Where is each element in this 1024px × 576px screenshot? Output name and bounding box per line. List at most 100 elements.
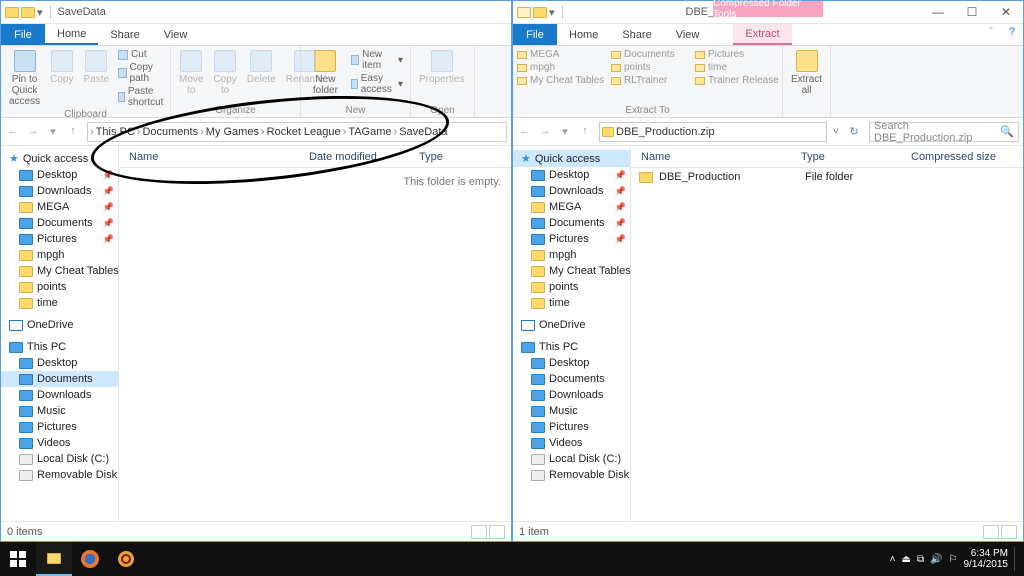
pc-localdisk[interactable]: Local Disk (C:): [1, 451, 118, 467]
tab-view[interactable]: View: [664, 24, 712, 45]
titlebar[interactable]: ▾ SaveData: [1, 1, 511, 24]
nav-back-button[interactable]: ←: [517, 125, 533, 138]
sidebar-desktop[interactable]: Desktop📌: [1, 167, 118, 183]
tab-share[interactable]: Share: [98, 24, 151, 45]
pc-removable[interactable]: Removable Disk: [1, 467, 118, 483]
taskbar-explorer[interactable]: [36, 542, 72, 576]
thispc-header[interactable]: This PC: [513, 339, 630, 355]
tab-view[interactable]: View: [152, 24, 200, 45]
col-name[interactable]: Name: [631, 151, 791, 163]
qat-dropdown-icon[interactable]: ▾: [549, 6, 555, 19]
move-to-button[interactable]: Move to: [175, 48, 207, 98]
pc-documents[interactable]: Documents: [1, 371, 118, 387]
taskbar-firefox[interactable]: [72, 542, 108, 576]
delete-button[interactable]: Delete: [243, 48, 280, 98]
nav-pane[interactable]: ★Quick access Desktop📌 Downloads📌 MEGA📌 …: [1, 146, 119, 521]
help-icon[interactable]: ?: [1001, 24, 1023, 45]
quick-access-header[interactable]: ★Quick access: [1, 150, 118, 167]
nav-up-button[interactable]: ↑: [577, 125, 593, 138]
thispc-header[interactable]: This PC: [1, 339, 118, 355]
sidebar-time[interactable]: time: [513, 295, 630, 311]
onedrive-header[interactable]: OneDrive: [513, 317, 630, 333]
tab-share[interactable]: Share: [610, 24, 663, 45]
search-box[interactable]: Search DBE_Production.zip 🔍: [869, 122, 1019, 142]
quick-access-header[interactable]: ★Quick access: [513, 150, 630, 167]
sidebar-pictures[interactable]: Pictures📌: [1, 231, 118, 247]
sidebar-cheattables[interactable]: My Cheat Tables: [513, 263, 630, 279]
pc-music[interactable]: Music: [1, 403, 118, 419]
col-date[interactable]: Date modified: [299, 151, 409, 163]
details-view-icon[interactable]: [471, 525, 487, 539]
tray-icon[interactable]: ⏏: [901, 554, 910, 565]
copy-to-button[interactable]: Copy to: [209, 48, 240, 98]
sidebar-desktop[interactable]: Desktop📌: [513, 167, 630, 183]
minimize-button[interactable]: —: [921, 1, 955, 23]
taskbar[interactable]: ˄ ⏏ ⧉ 🔊 ⚐ 6:34 PM 9/14/2015: [0, 542, 1024, 576]
pc-music[interactable]: Music: [513, 403, 630, 419]
sidebar-points[interactable]: points: [513, 279, 630, 295]
file-list-area[interactable]: Name Date modified Type This folder is e…: [119, 146, 511, 521]
pc-desktop[interactable]: Desktop: [513, 355, 630, 371]
close-button[interactable]: ✕: [989, 1, 1023, 23]
extract-destinations[interactable]: MEGA Documents Pictures mpgh points time…: [517, 48, 778, 87]
nav-recent-button[interactable]: ▾: [557, 125, 573, 138]
new-item-button[interactable]: New item▾: [348, 48, 406, 72]
sidebar-mega[interactable]: MEGA📌: [1, 199, 118, 215]
pc-desktop[interactable]: Desktop: [1, 355, 118, 371]
sidebar-mega[interactable]: MEGA📌: [513, 199, 630, 215]
onedrive-header[interactable]: OneDrive: [1, 317, 118, 333]
show-desktop-button[interactable]: [1014, 547, 1020, 571]
nav-fwd-button[interactable]: →: [537, 125, 553, 138]
list-item[interactable]: DBE_Production File folder: [631, 168, 1023, 186]
nav-fwd-button[interactable]: →: [25, 125, 41, 138]
col-type[interactable]: Type: [409, 151, 453, 163]
tab-extract[interactable]: Extract: [733, 24, 791, 45]
pc-downloads[interactable]: Downloads: [1, 387, 118, 403]
flag-icon[interactable]: ⚐: [949, 554, 958, 565]
large-icons-view-icon[interactable]: [1001, 525, 1017, 539]
column-headers[interactable]: Name Date modified Type: [119, 146, 511, 168]
file-list-area[interactable]: Name Type Compressed size DBE_Production…: [631, 146, 1023, 521]
pc-pictures[interactable]: Pictures: [1, 419, 118, 435]
tab-home[interactable]: Home: [45, 24, 98, 45]
paste-shortcut-button[interactable]: Paste shortcut: [115, 85, 170, 109]
cut-button[interactable]: Cut: [115, 48, 170, 61]
sidebar-time[interactable]: time: [1, 295, 118, 311]
address-bar[interactable]: DBE_Production.zip: [599, 122, 827, 142]
copy-button[interactable]: Copy: [46, 48, 77, 109]
col-name[interactable]: Name: [119, 151, 299, 163]
paste-button[interactable]: Paste: [79, 48, 113, 109]
qat-dropdown-icon[interactable]: ▾: [37, 6, 43, 19]
qat-icon[interactable]: [533, 7, 547, 18]
properties-button[interactable]: Properties: [415, 48, 469, 87]
volume-icon[interactable]: 🔊: [930, 554, 942, 565]
qat-icon[interactable]: [21, 7, 35, 18]
sidebar-mpgh[interactable]: mpgh: [513, 247, 630, 263]
sidebar-mpgh[interactable]: mpgh: [1, 247, 118, 263]
easy-access-button[interactable]: Easy access▾: [348, 72, 406, 96]
system-tray[interactable]: ˄ ⏏ ⧉ 🔊 ⚐ 6:34 PM 9/14/2015: [890, 547, 1024, 571]
taskbar-app[interactable]: [108, 542, 144, 576]
tray-up-icon[interactable]: ˄: [890, 554, 896, 565]
nav-pane[interactable]: ★Quick access Desktop📌 Downloads📌 MEGA📌 …: [513, 146, 631, 521]
nav-back-button[interactable]: ←: [5, 125, 21, 138]
pc-downloads[interactable]: Downloads: [513, 387, 630, 403]
large-icons-view-icon[interactable]: [489, 525, 505, 539]
col-csize[interactable]: Compressed size: [901, 151, 1006, 163]
sidebar-downloads[interactable]: Downloads📌: [513, 183, 630, 199]
details-view-icon[interactable]: [983, 525, 999, 539]
start-button[interactable]: [0, 542, 36, 576]
pc-removable[interactable]: Removable Disk: [513, 467, 630, 483]
sidebar-documents[interactable]: Documents📌: [513, 215, 630, 231]
maximize-button[interactable]: ☐: [955, 1, 989, 23]
pc-documents[interactable]: Documents: [513, 371, 630, 387]
extract-all-button[interactable]: Extract all: [787, 48, 826, 98]
tab-file[interactable]: File: [1, 24, 45, 45]
pin-quick-access-button[interactable]: Pin to Quick access: [5, 48, 44, 109]
pc-videos[interactable]: Videos: [1, 435, 118, 451]
sidebar-cheattables[interactable]: My Cheat Tables: [1, 263, 118, 279]
tab-home[interactable]: Home: [557, 24, 610, 45]
sidebar-downloads[interactable]: Downloads📌: [1, 183, 118, 199]
column-headers[interactable]: Name Type Compressed size: [631, 146, 1023, 168]
col-type[interactable]: Type: [791, 151, 901, 163]
